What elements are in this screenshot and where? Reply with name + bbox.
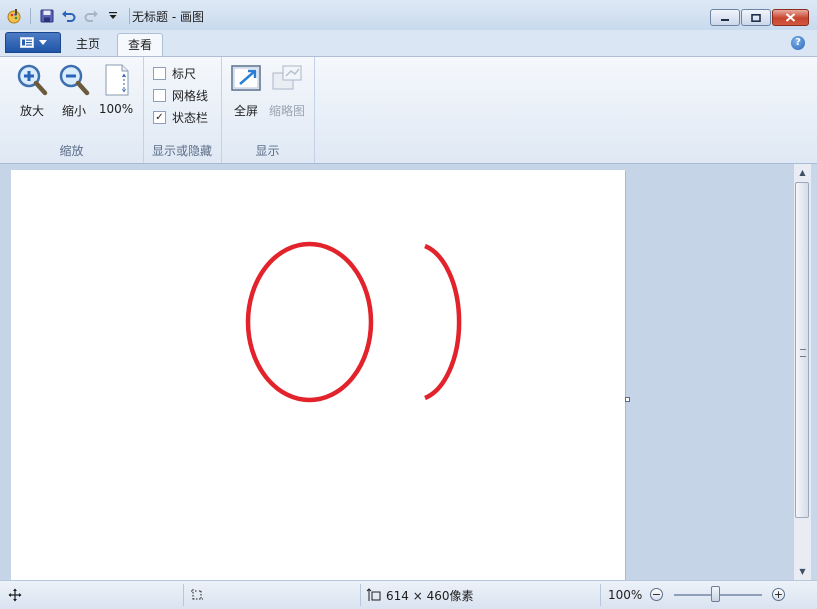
thumbnail-button[interactable]: 缩略图 xyxy=(269,63,305,119)
selection-icon xyxy=(191,589,203,601)
chevron-down-icon xyxy=(38,40,47,45)
zoom-group: 放大 缩小 100% 缩放 xyxy=(0,57,144,163)
redo-icon[interactable] xyxy=(83,8,99,24)
zoom-in-status-button[interactable]: + xyxy=(772,588,785,601)
close-button[interactable] xyxy=(772,9,809,26)
scrollbar-grip-icon xyxy=(800,349,806,357)
show-hide-group-label: 显示或隐藏 xyxy=(151,144,212,158)
statusbar-checkbox[interactable]: ✓ xyxy=(153,111,166,124)
paint-app-icon[interactable] xyxy=(6,8,22,24)
red-arc-shape[interactable] xyxy=(424,243,462,401)
maximize-button[interactable] xyxy=(741,9,771,26)
save-icon[interactable] xyxy=(39,8,55,24)
zoom-group-label: 缩放 xyxy=(59,144,84,158)
status-bar: 614 × 460像素 100% − + xyxy=(0,580,817,609)
status-separator xyxy=(600,584,601,606)
zoom-out-button[interactable]: 缩小 xyxy=(56,63,92,119)
paint-window: 无标题 - 画图 主页 查看 ? 放大 缩小 100% 缩放 标尺 网格线 ✓ … xyxy=(0,0,817,609)
zoom-in-icon xyxy=(17,64,48,96)
red-ellipse-shape[interactable] xyxy=(245,241,374,403)
canvas-workspace xyxy=(0,164,793,580)
image-size: 614 × 460像素 xyxy=(366,586,474,604)
ruler-toggle[interactable]: 标尺 xyxy=(153,65,196,82)
scroll-up-arrow-icon[interactable]: ▲ xyxy=(794,164,811,181)
status-separator xyxy=(360,584,361,606)
thumbnail-icon xyxy=(272,65,302,90)
statusbar-label: 状态栏 xyxy=(172,111,209,125)
move-cursor-icon xyxy=(8,588,22,602)
image-size-icon xyxy=(366,588,381,601)
thumbnail-label: 缩略图 xyxy=(269,104,306,118)
qat-separator xyxy=(129,8,130,24)
gridlines-label: 网格线 xyxy=(172,89,209,103)
fullscreen-label: 全屏 xyxy=(233,104,258,118)
vertical-scrollbar[interactable]: ▲ ▼ xyxy=(793,164,811,580)
zoom-out-label: 缩小 xyxy=(61,104,86,118)
zoom-in-label: 放大 xyxy=(19,104,44,118)
title-bar: 无标题 - 画图 xyxy=(0,0,817,31)
ribbon-view-panel: 放大 缩小 100% 缩放 标尺 网格线 ✓ 状态栏 显示或隐藏 全屏 缩略图 … xyxy=(0,56,817,164)
window-controls xyxy=(710,9,809,26)
display-group: 全屏 缩略图 显示 xyxy=(221,57,315,163)
drawing-canvas[interactable] xyxy=(11,170,625,580)
application-menu-button[interactable] xyxy=(5,32,61,53)
fullscreen-button[interactable]: 全屏 xyxy=(228,63,264,119)
gridlines-toggle[interactable]: 网格线 xyxy=(153,87,208,104)
undo-icon[interactable] xyxy=(61,8,77,24)
status-separator xyxy=(183,584,184,606)
zoom-slider-thumb[interactable] xyxy=(711,586,720,602)
fullscreen-icon xyxy=(231,65,261,91)
ribbon-tabs: 主页 查看 ? xyxy=(0,30,817,56)
maximize-icon xyxy=(751,13,761,22)
ruler-checkbox[interactable] xyxy=(153,67,166,80)
help-icon[interactable]: ? xyxy=(791,36,805,50)
canvas-drawing xyxy=(245,241,462,403)
statusbar-toggle[interactable]: ✓ 状态栏 xyxy=(153,109,208,126)
window-title: 无标题 - 画图 xyxy=(132,10,204,24)
menu-icon xyxy=(19,37,34,48)
qat-separator xyxy=(30,8,31,24)
gridlines-checkbox[interactable] xyxy=(153,89,166,102)
zoom-out-status-button[interactable]: − xyxy=(650,588,663,601)
zoom-100-label: 100% xyxy=(98,102,134,116)
close-icon xyxy=(785,13,796,22)
tab-home[interactable]: 主页 xyxy=(66,33,110,56)
minimize-button[interactable] xyxy=(710,9,740,26)
minimize-icon xyxy=(721,18,729,21)
tab-view[interactable]: 查看 xyxy=(117,33,164,56)
zoom-level-text: 100% xyxy=(608,588,643,602)
zoom-100-button[interactable]: 100% xyxy=(98,63,134,116)
cursor-position xyxy=(8,586,22,604)
zoom-out-icon xyxy=(59,64,90,96)
show-hide-group: 标尺 网格线 ✓ 状态栏 显示或隐藏 xyxy=(143,57,222,163)
zoom-in-button[interactable]: 放大 xyxy=(14,63,50,119)
selection-size xyxy=(190,586,204,604)
image-size-text: 614 × 460像素 xyxy=(386,588,474,603)
page-100-icon xyxy=(105,64,129,96)
quick-access-toolbar xyxy=(6,7,132,25)
scroll-down-arrow-icon[interactable]: ▼ xyxy=(794,563,811,580)
scrollbar-thumb[interactable] xyxy=(795,182,809,518)
ruler-label: 标尺 xyxy=(172,67,197,81)
zoom-level: 100% xyxy=(608,586,642,604)
customize-qat-icon[interactable] xyxy=(105,8,121,24)
display-group-label: 显示 xyxy=(255,144,280,158)
canvas-resize-handle-right[interactable] xyxy=(625,397,630,402)
